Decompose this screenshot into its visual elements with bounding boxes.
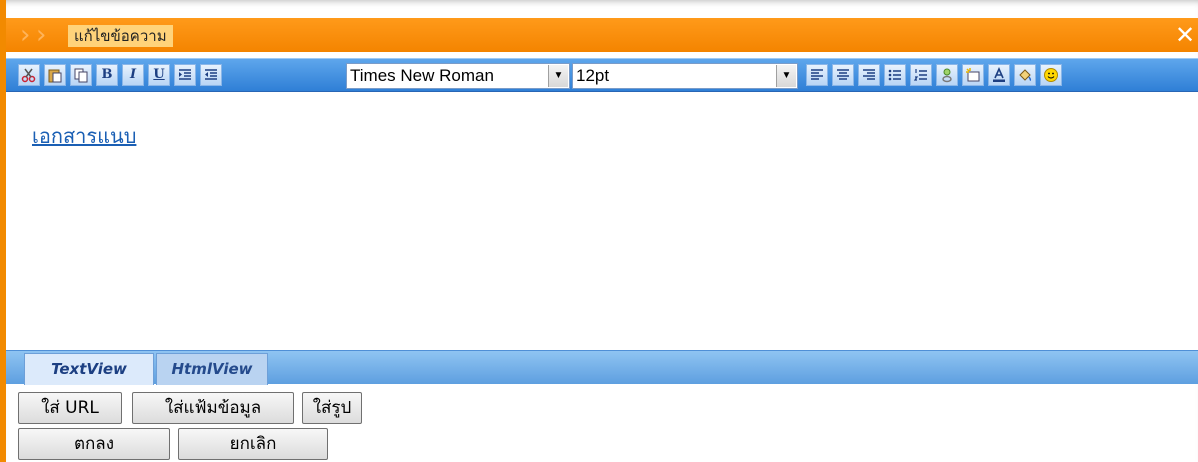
font-family-value: Times New Roman — [350, 66, 494, 85]
copy-icon[interactable] — [70, 64, 92, 86]
cut-icon[interactable] — [18, 64, 40, 86]
tab-htmlview[interactable]: HtmlView — [156, 353, 268, 385]
underline-icon[interactable]: U — [148, 64, 170, 86]
tab-textview[interactable]: TextView — [24, 353, 154, 385]
editor-content[interactable]: เอกสารแนบ — [6, 92, 1198, 352]
link-icon[interactable] — [936, 64, 958, 86]
highlight-icon[interactable] — [1014, 64, 1036, 86]
close-icon[interactable]: ✕ — [1172, 22, 1198, 48]
align-left-icon[interactable] — [806, 64, 828, 86]
numbered-list-icon[interactable] — [910, 64, 932, 86]
indent-icon[interactable] — [174, 64, 196, 86]
align-right-icon[interactable] — [858, 64, 880, 86]
insert-url-button[interactable]: ใส่ URL — [18, 392, 122, 424]
emoticon-icon[interactable] — [1040, 64, 1062, 86]
cancel-button[interactable]: ยกเลิก — [178, 428, 328, 460]
chevron-down-icon[interactable]: ▼ — [776, 65, 796, 87]
chevron-down-icon[interactable]: ▼ — [548, 65, 568, 87]
font-size-value: 12pt — [576, 66, 610, 85]
insert-image-button[interactable]: ใส่รูป — [302, 392, 362, 424]
view-tabs: TextView HtmlView — [6, 350, 1198, 385]
insert-image-icon[interactable] — [962, 64, 984, 86]
attachment-link[interactable]: เอกสารแนบ — [32, 120, 136, 152]
outdent-icon[interactable] — [200, 64, 222, 86]
editor-dialog: › › แก้ไขข้อความ ✕ B I U Times New Roman… — [0, 0, 1198, 462]
align-center-icon[interactable] — [832, 64, 854, 86]
chevron-right-icon: › — [36, 20, 47, 50]
formatting-toolbar: B I U Times New Roman ▼ 12pt ▼ — [6, 58, 1198, 92]
bullet-list-icon[interactable] — [884, 64, 906, 86]
ok-button[interactable]: ตกลง — [18, 428, 170, 460]
bold-icon[interactable]: B — [96, 64, 118, 86]
paste-icon[interactable] — [44, 64, 66, 86]
italic-icon[interactable]: I — [122, 64, 144, 86]
font-family-select[interactable]: Times New Roman ▼ — [346, 63, 570, 89]
dialog-title: แก้ไขข้อความ — [68, 25, 173, 47]
insert-file-button[interactable]: ใส่แฟ้มข้อมูล — [132, 392, 294, 424]
title-bar: › › แก้ไขข้อความ ✕ — [6, 18, 1198, 52]
font-size-select[interactable]: 12pt ▼ — [572, 63, 798, 89]
font-color-icon[interactable] — [988, 64, 1010, 86]
